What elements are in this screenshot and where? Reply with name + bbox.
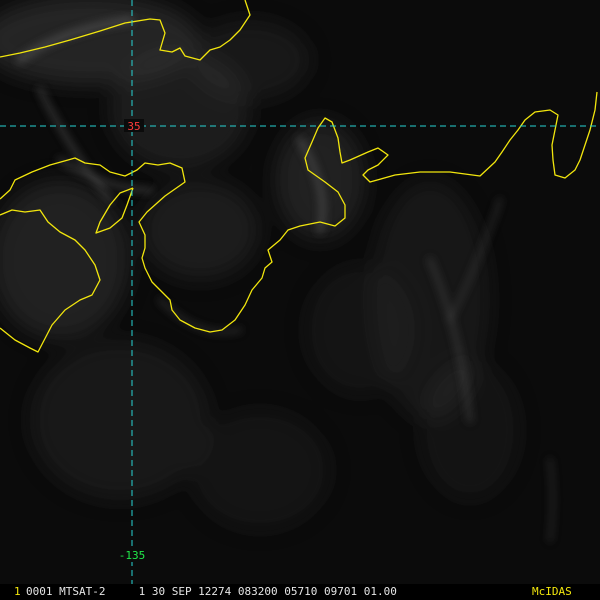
- frame-info-text: 0001 MTSAT-2 1 30 SEP 12274 083200 05710…: [26, 585, 397, 598]
- mcidas-brand-label: McIDAS: [532, 585, 572, 598]
- longitude-label: -135: [119, 549, 146, 562]
- latitude-label: 35: [127, 120, 140, 133]
- frame-number: 1: [14, 585, 21, 598]
- satellite-image[interactable]: 35 -135: [0, 0, 600, 584]
- satellite-image-viewer[interactable]: 35 -135 1 0001 MTSAT-2 1 30 SEP 12274 08…: [0, 0, 600, 600]
- status-bar: 1 0001 MTSAT-2 1 30 SEP 12274 083200 057…: [0, 584, 600, 600]
